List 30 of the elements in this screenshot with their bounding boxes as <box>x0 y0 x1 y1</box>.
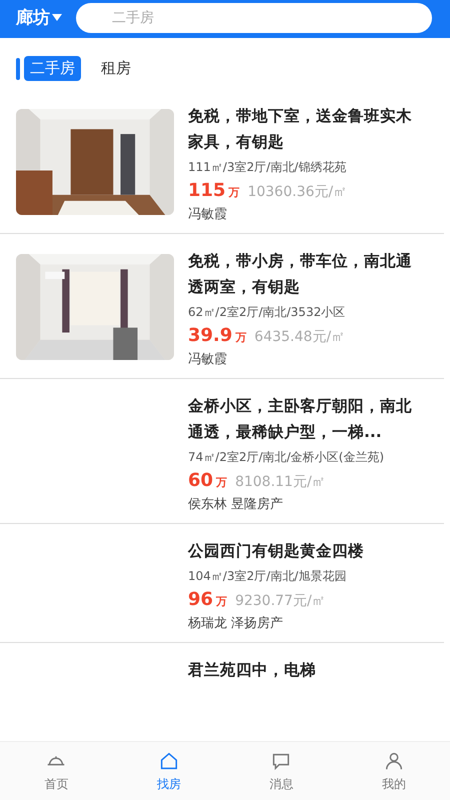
listing-details: 111㎡/3室2厅/南北/锦绣花苑 <box>188 159 348 176</box>
search-field[interactable]: 二手房 <box>76 2 432 32</box>
unit-price: 10360.36元/㎡ <box>248 183 348 201</box>
listing-title[interactable]: 君兰苑四中，电梯 <box>188 657 420 683</box>
listing-title[interactable]: 公园西门有钥匙黄金四楼 <box>188 538 420 564</box>
agent-name: 侯东林 昱隆房产 <box>188 496 284 513</box>
tab[interactable]: 租房 <box>95 56 137 81</box>
nav-tab[interactable]: 消息 <box>225 742 338 800</box>
listing-title[interactable]: 免税，带小房，带车位，南北通透两室，有钥匙 <box>188 248 420 300</box>
listing-title[interactable]: 免税，带地下室，送金鲁班实木家具，有钥匙 <box>188 103 420 155</box>
price: 115 万 <box>188 180 240 201</box>
agent-name: 冯敏霞 <box>188 351 228 368</box>
price: 60 万 <box>188 470 228 491</box>
agent-name: 杨瑞龙 泽扬房产 <box>188 615 284 632</box>
nav-tab[interactable]: 我的 <box>338 742 450 800</box>
nav-tab[interactable]: 找房 <box>112 742 225 800</box>
listing-details: 104㎡/3室2厅/南北/旭景花园 <box>188 568 348 585</box>
agent-name: 冯敏霞 <box>188 206 228 223</box>
unit-price: 9230.77元/㎡ <box>235 592 326 610</box>
caret-icon <box>52 14 62 21</box>
unit-price: 8108.11元/㎡ <box>235 473 326 491</box>
price: 96 万 <box>188 589 228 610</box>
unit-price: 6435.48元/㎡ <box>254 328 346 346</box>
nav-tab[interactable]: 首页 <box>0 742 112 800</box>
city-selector[interactable]: 廊坊 <box>16 6 62 29</box>
tab[interactable]: 二手房 <box>24 56 81 81</box>
listing-title[interactable]: 金桥小区，主卧客厅朝阳，南北通透，最稀缺户型，一梯... <box>188 393 420 445</box>
listing-details: 62㎡/2室2厅/南北/3532小区 <box>188 304 346 321</box>
price: 39.9 万 <box>188 325 246 346</box>
listing-details: 74㎡/2室2厅/南北/金桥小区(金兰苑) <box>188 449 386 466</box>
